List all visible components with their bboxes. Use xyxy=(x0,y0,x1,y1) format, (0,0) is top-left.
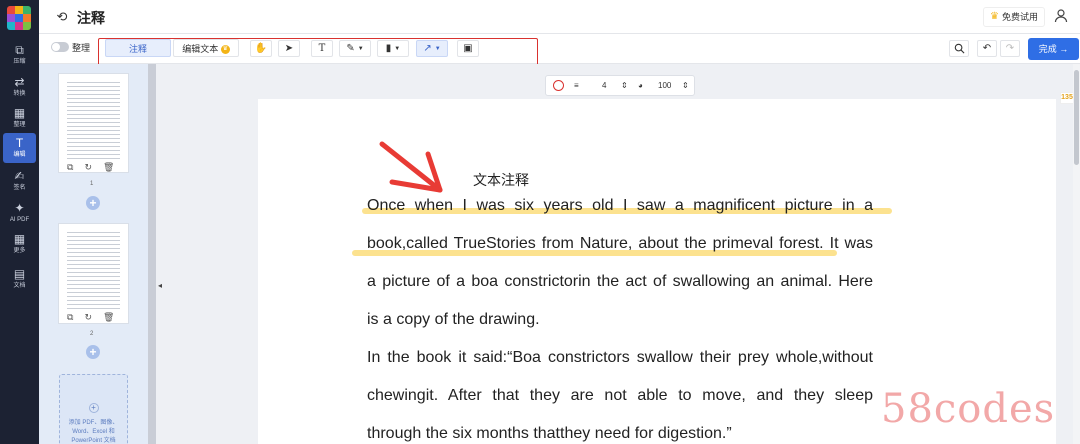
add-file-dropzone[interactable]: + 添加 PDF、图像、Word、Excel 和 PowerPoint 文档 xyxy=(59,374,128,444)
text-tool-button[interactable]: T xyxy=(311,40,333,57)
thumbnail-actions: ⧉ ↻ 🗑 xyxy=(67,162,114,173)
redo-button[interactable]: ↷ xyxy=(1000,40,1020,57)
search-button[interactable] xyxy=(949,40,969,57)
app-logo xyxy=(7,6,31,30)
body-line-1: Once when I was six years old I saw a ma… xyxy=(367,197,873,214)
body-line-2: book,called TrueStories from Nature, abo… xyxy=(367,235,873,252)
stroke-width-icon[interactable]: ≡ xyxy=(574,80,579,92)
text-icon: T xyxy=(318,43,326,54)
body-line-5: In the book it said:“Boa constrictors sw… xyxy=(367,349,873,366)
chevron-down-icon: ▼ xyxy=(357,45,364,52)
main-toolbar: 整理 注释 编辑文本 ♛ ✋ ➤ T ✎ ▼ ▮ ▼ ↗ ▼ ▣ ↶ ↷ 完成 → xyxy=(39,34,1080,67)
thumbnail-actions: ⧉ ↻ 🗑 xyxy=(67,312,114,323)
highlighter-icon: ▮ xyxy=(385,43,392,54)
app-header: ⟲ 注释 ♛ 免费试用 xyxy=(39,0,1080,34)
hand-tool-button[interactable]: ✋ xyxy=(250,40,272,57)
chevron-down-icon: ▼ xyxy=(434,45,441,52)
add-page-button[interactable]: + xyxy=(86,196,100,210)
organize-toggle-label: 整理 xyxy=(72,43,91,53)
edit-text-icon: T xyxy=(15,136,24,150)
page-thumbnail-1[interactable] xyxy=(59,74,128,172)
arrow-right-icon: → xyxy=(1059,44,1069,54)
opacity-icon[interactable]: ◕ xyxy=(638,80,643,92)
body-line-4: is a copy of the drawing. xyxy=(367,311,540,328)
organize-toggle[interactable] xyxy=(51,42,69,52)
free-trial-label: 免费试用 xyxy=(1001,12,1038,22)
rail-item-more[interactable]: ▦ 更多 xyxy=(3,229,36,259)
tab-edit-text-label: 编辑文本 xyxy=(182,44,219,54)
undo-icon: ↶ xyxy=(982,43,992,54)
add-file-hint: 添加 PDF、图像、Word、Excel 和 PowerPoint 文档 xyxy=(68,420,119,444)
rail-item-documents[interactable]: ▤ 文档 xyxy=(3,264,36,294)
undo-button[interactable]: ↶ xyxy=(977,40,997,57)
plus-icon: + xyxy=(88,403,99,413)
vip-crown-icon: ♛ xyxy=(220,45,230,55)
chevron-down-icon: ▼ xyxy=(394,45,401,52)
vertical-scrollbar[interactable] xyxy=(1073,64,1080,444)
line-tool-button[interactable]: ↗ ▼ xyxy=(416,40,448,57)
pen-icon: ✎ xyxy=(346,43,355,54)
crown-icon: ♛ xyxy=(990,11,999,22)
hand-icon: ✋ xyxy=(254,43,268,54)
body-line-6: chewingit. After that they are not able … xyxy=(367,387,873,404)
done-label: 完成 xyxy=(1038,44,1057,54)
redo-icon: ↷ xyxy=(1005,43,1015,54)
stroke-color-swatch[interactable] xyxy=(553,80,564,91)
page-title: 注释 xyxy=(77,10,105,26)
back-icon[interactable]: ⟲ xyxy=(54,9,70,25)
compress-icon: ⧉ xyxy=(15,43,24,57)
ai-sparkle-icon: ✦ xyxy=(14,201,25,215)
annotation-float-toolbar: ≡ 4 ⇕ ◕ 100 ⇕ xyxy=(545,75,695,96)
document-icon: ▤ xyxy=(13,267,26,281)
convert-icon: ⇄ xyxy=(14,75,25,89)
image-icon: ▣ xyxy=(463,43,473,54)
thumbnail-panel: ⧉ ↻ 🗑 1 + ⧉ ↻ 🗑 2 + + 添加 PDF、图像、Word、Exc… xyxy=(39,64,148,444)
body-line-7: through the six months thatthey need for… xyxy=(367,425,732,442)
pen-tool-button[interactable]: ✎ ▼ xyxy=(339,40,371,57)
rail-item-signature[interactable]: ✍ 签名 xyxy=(3,166,36,196)
add-page-button[interactable]: + xyxy=(86,345,100,359)
search-icon xyxy=(954,43,964,54)
left-rail: ⧉ 压缩 ⇄ 转换 ▦ 整理 T 编辑 ✍ 签名 ✦ AI PDF ▦ 更多 ▤… xyxy=(0,0,39,444)
trash-icon[interactable]: 🗑 xyxy=(103,162,114,173)
done-button[interactable]: 完成 → xyxy=(1028,38,1079,60)
rail-item-organize[interactable]: ▦ 整理 xyxy=(3,103,36,133)
cursor-arrow-icon: ➤ xyxy=(284,43,294,54)
rotate-icon[interactable]: ↻ xyxy=(84,162,92,173)
page-thumbnail-2[interactable] xyxy=(59,224,128,323)
rail-item-edit[interactable]: T 编辑 xyxy=(3,133,36,163)
panel-splitter[interactable] xyxy=(148,64,156,444)
body-line-3: a picture of a boa constrictorin the act… xyxy=(367,273,873,290)
tab-annotate[interactable]: 注释 xyxy=(105,39,171,57)
stroke-width-value[interactable]: 4 xyxy=(602,80,606,92)
trash-icon[interactable]: 🗑 xyxy=(103,312,114,323)
collapse-panel-icon[interactable]: ◂ xyxy=(158,281,162,290)
user-icon[interactable] xyxy=(1053,8,1069,24)
grid-more-icon: ▦ xyxy=(13,232,26,246)
line-arrow-icon: ↗ xyxy=(423,43,432,54)
tab-edit-text[interactable]: 编辑文本 ♛ xyxy=(173,39,239,57)
opacity-value[interactable]: 100 xyxy=(658,80,671,92)
rotate-icon[interactable]: ↻ xyxy=(84,312,92,323)
select-tool-button[interactable]: ➤ xyxy=(278,40,300,57)
stepper-icon[interactable]: ⇕ xyxy=(621,80,628,92)
page-number: 1 xyxy=(90,181,94,187)
side-badge[interactable]: 135 xyxy=(1060,92,1074,104)
signature-icon: ✍ xyxy=(14,169,25,183)
rail-item-ai-pdf[interactable]: ✦ AI PDF xyxy=(3,198,36,228)
watermark: 58codes xyxy=(881,386,1056,432)
rail-item-convert[interactable]: ⇄ 转换 xyxy=(3,72,36,102)
copy-icon[interactable]: ⧉ xyxy=(67,312,73,323)
organize-icon: ▦ xyxy=(13,106,26,120)
copy-icon[interactable]: ⧉ xyxy=(67,162,73,173)
stepper-icon[interactable]: ⇕ xyxy=(682,80,689,92)
image-tool-button[interactable]: ▣ xyxy=(457,40,479,57)
highlight-tool-button[interactable]: ▮ ▼ xyxy=(377,40,409,57)
rail-item-compress[interactable]: ⧉ 压缩 xyxy=(3,40,36,70)
free-trial-button[interactable]: ♛ 免费试用 xyxy=(983,7,1045,27)
page-number: 2 xyxy=(90,331,94,337)
